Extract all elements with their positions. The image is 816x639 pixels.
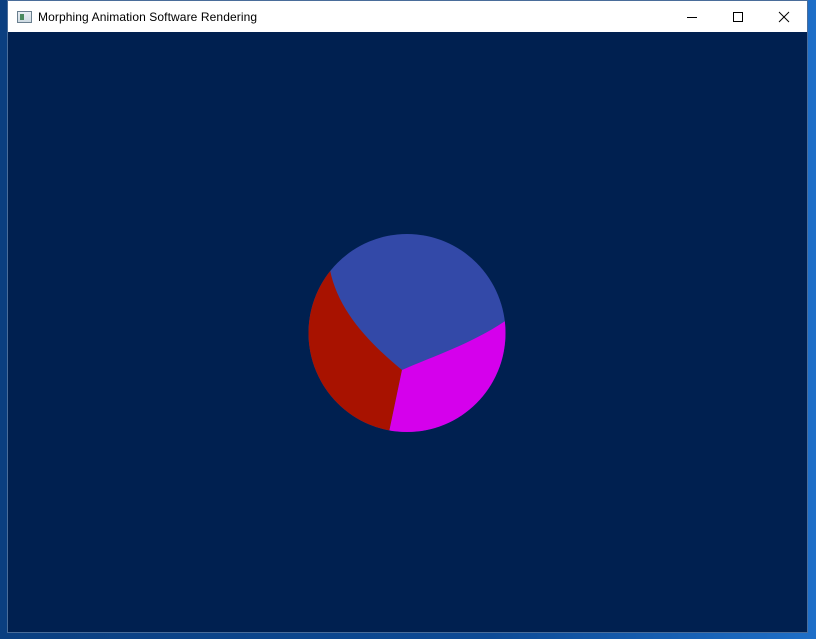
app-window: Morphing Animation Software Rendering (7, 0, 808, 633)
maximize-icon (733, 11, 743, 22)
render-viewport[interactable] (8, 32, 807, 632)
close-button[interactable] (761, 1, 807, 32)
window-controls (669, 1, 807, 32)
minimize-icon (687, 16, 697, 18)
maximize-button[interactable] (715, 1, 761, 32)
window-title: Morphing Animation Software Rendering (38, 9, 258, 24)
morphing-sphere (308, 234, 506, 432)
render-canvas (308, 234, 506, 432)
app-icon[interactable] (17, 10, 32, 23)
minimize-button[interactable] (669, 1, 715, 32)
close-icon (778, 11, 790, 22)
title-bar[interactable]: Morphing Animation Software Rendering (8, 1, 807, 32)
